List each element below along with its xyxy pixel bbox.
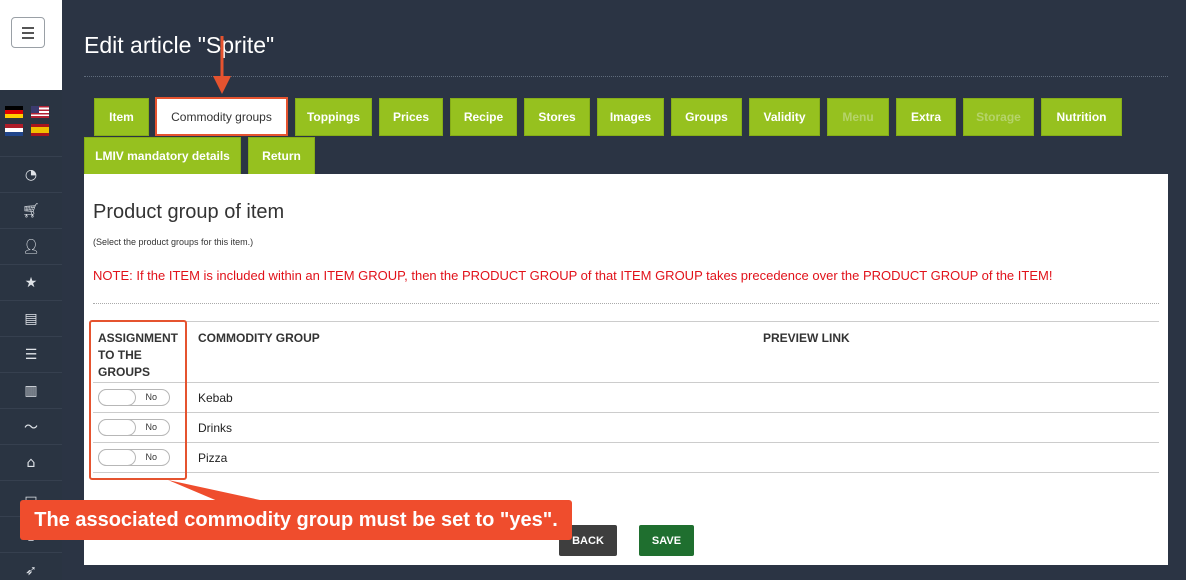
assignment-highlight-box [89,320,187,480]
rocket-icon[interactable]: ➶ [0,552,62,580]
table-header: ASSIGNMENT TO THE GROUPS COMMODITY GROUP… [93,321,1159,383]
tab-stores[interactable]: Stores [524,98,590,136]
table-row: No Drinks [93,413,1159,443]
chart-line-icon[interactable]: 〜 [0,408,62,444]
sidebar: ◔ 🛒︎ 👤︎ ★ ▤ ☰ ▥ 〜 ⌂ ▭ ▯ ➶ [0,0,62,580]
commodity-group-name: Drinks [198,421,233,435]
hamburger-icon [22,27,34,29]
cart-icon[interactable]: 🛒︎ [0,192,62,228]
annotation-callout: The associated commodity group must be s… [20,500,572,540]
language-flags [5,104,51,138]
commodity-group-name: Kebab [198,391,233,405]
book-icon[interactable]: ▥ [0,372,62,408]
tab-commodity-groups[interactable]: Commodity groups [155,97,288,136]
home-icon[interactable]: ⌂ [0,444,62,480]
section-subtitle: (Select the product groups for this item… [93,237,254,247]
header-preview-link: PREVIEW LINK [763,331,850,345]
title-divider [84,76,1168,77]
tab-menu[interactable]: Menu [827,98,889,136]
tab-images[interactable]: Images [597,98,664,136]
tab-nutrition[interactable]: Nutrition [1041,98,1122,136]
flag-german-icon[interactable] [5,106,23,118]
page-title: Edit article "Sprite" [84,32,275,58]
flag-dutch-icon[interactable] [5,124,23,136]
tab-groups[interactable]: Groups [671,98,742,136]
tab-validity[interactable]: Validity [749,98,820,136]
star-icon[interactable]: ★ [0,264,62,300]
precedence-note: NOTE: If the ITEM is included within an … [93,268,1053,283]
tab-return[interactable]: Return [248,137,315,175]
tab-item[interactable]: Item [94,98,149,136]
annotation-arrow-icon [213,36,231,94]
tab-storage[interactable]: Storage [963,98,1034,136]
menu-toggle-button[interactable] [11,17,45,48]
tab-prices[interactable]: Prices [379,98,443,136]
tab-toppings[interactable]: Toppings [295,98,372,136]
tab-extra[interactable]: Extra [896,98,956,136]
section-title: Product group of item [93,201,285,223]
save-button[interactable]: SAVE [639,525,694,556]
list-icon[interactable]: ☰ [0,336,62,372]
flag-english-icon[interactable] [31,106,49,118]
tab-lmiv-mandatory-details[interactable]: LMIV mandatory details [84,137,241,175]
speedometer-icon[interactable]: ◔ [0,156,62,192]
header-commodity-group: COMMODITY GROUP [198,331,320,345]
section-divider [93,303,1159,304]
flag-spanish-icon[interactable] [31,124,49,136]
sidebar-header [0,0,62,90]
add-user-icon[interactable]: 👤︎ [0,228,62,264]
table-row: No Pizza [93,443,1159,473]
commodity-group-name: Pizza [198,451,228,465]
archive-icon[interactable]: ▤ [0,300,62,336]
table-row: No Kebab [93,383,1159,413]
tab-recipe[interactable]: Recipe [450,98,517,136]
